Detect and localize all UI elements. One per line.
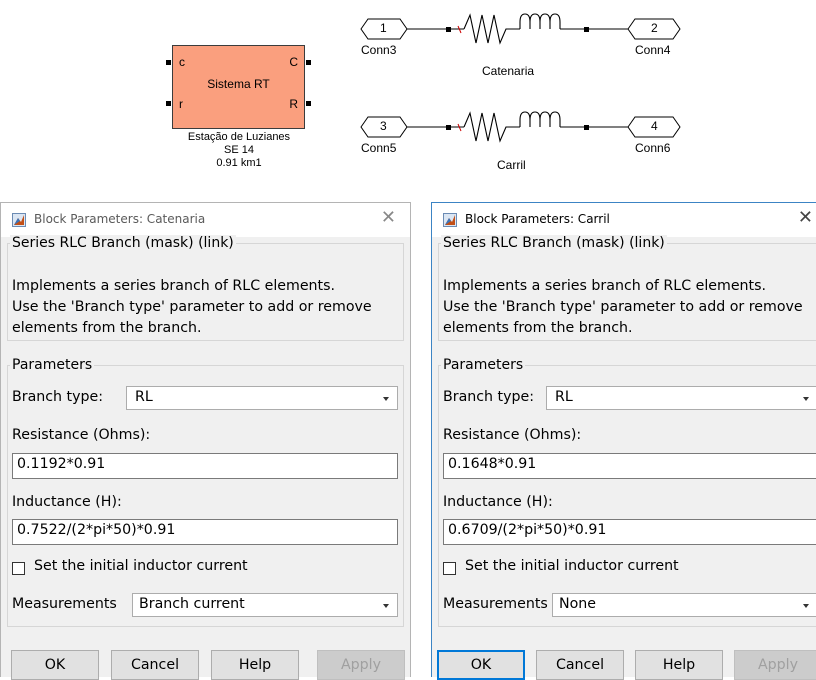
initial-current-label: Set the initial inductor current: [465, 558, 679, 574]
initial-current-checkbox[interactable]: [443, 562, 456, 575]
branch-type-label: Branch type:: [12, 389, 104, 405]
measurements-label: Measurements: [443, 596, 548, 612]
conn-port-4-number: 4: [651, 119, 658, 133]
conn-port-3-label: Conn5: [361, 141, 397, 155]
dialog-block-parameters-catenaria: Block Parameters: Catenaria ✕ Series RLC…: [0, 202, 411, 680]
cancel-button[interactable]: Cancel: [111, 650, 199, 680]
chevron-down-icon: [383, 604, 389, 608]
port-square-icon: [584, 27, 589, 32]
resistance-input[interactable]: 0.1192*0.91: [12, 453, 398, 479]
close-icon[interactable]: ✕: [381, 209, 396, 227]
branch-name-catenaria: Catenaria: [482, 64, 535, 78]
dialog-title: Block Parameters: Carril: [465, 212, 610, 226]
port-square-icon: [446, 125, 451, 130]
dialog-titlebar[interactable]: Block Parameters: Carril ✕: [432, 203, 816, 237]
simulink-diagram: c r C R Sistema RT Estação de Luzianes S…: [0, 0, 816, 200]
description-line-3: elements from the branch.: [443, 320, 633, 336]
dialog-title: Block Parameters: Catenaria: [34, 212, 206, 226]
matlab-app-icon: [12, 213, 26, 227]
conn-port-4-label: Conn6: [635, 141, 671, 155]
description-line-2: Use the 'Branch type' parameter to add o…: [12, 299, 372, 315]
ok-button[interactable]: OK: [437, 650, 525, 680]
description-line-1: Implements a series branch of RLC elemen…: [12, 278, 336, 294]
resistance-label: Resistance (Ohms):: [443, 427, 582, 443]
inductance-label: Inductance (H):: [443, 494, 553, 510]
apply-button: Apply: [317, 650, 405, 680]
measurements-label: Measurements: [12, 596, 117, 612]
description-line-2: Use the 'Branch type' parameter to add o…: [443, 299, 803, 315]
chevron-down-icon: [803, 604, 809, 608]
parameters-label: Parameters: [10, 357, 95, 373]
cancel-button[interactable]: Cancel: [536, 650, 624, 680]
inductor-icon: [519, 13, 561, 29]
ok-button[interactable]: OK: [11, 650, 99, 680]
description-line-1: Implements a series branch of RLC elemen…: [443, 278, 767, 294]
resistor-icon: [463, 13, 520, 45]
help-button[interactable]: Help: [635, 650, 723, 680]
chevron-down-icon: [803, 397, 809, 401]
branch-type-value: RL: [135, 389, 153, 405]
initial-current-checkbox[interactable]: [12, 562, 25, 575]
measurements-select[interactable]: None: [552, 593, 816, 617]
inductance-input[interactable]: 0.7522/(2*pi*50)*0.91: [12, 519, 398, 545]
mask-header: Series RLC Branch (mask) (link): [10, 235, 236, 251]
branch-catenaria[interactable]: [360, 13, 681, 45]
conn-port-2-label: Conn4: [635, 43, 671, 57]
resistance-label: Resistance (Ohms):: [12, 427, 151, 443]
measurements-value: None: [559, 596, 597, 612]
port-square-icon: [584, 125, 589, 130]
inductor-icon: [519, 111, 561, 127]
chevron-down-icon: [383, 397, 389, 401]
inductance-label: Inductance (H):: [12, 494, 122, 510]
help-button[interactable]: Help: [211, 650, 299, 680]
branch-type-value: RL: [555, 389, 573, 405]
resistance-input[interactable]: 0.1648*0.91: [443, 453, 816, 479]
matlab-app-icon: [443, 213, 457, 227]
apply-button: Apply: [734, 650, 816, 680]
branch-type-label: Branch type:: [443, 389, 535, 405]
measurements-select[interactable]: Branch current: [132, 593, 398, 617]
branch-name-carril: Carril: [497, 158, 526, 172]
branch-type-select[interactable]: RL: [126, 386, 398, 410]
branch-type-select[interactable]: RL: [546, 386, 816, 410]
inductance-input[interactable]: 0.6709/(2*pi*50)*0.91: [443, 519, 816, 545]
close-icon[interactable]: ✕: [798, 209, 813, 227]
branch-wiring: [360, 13, 681, 143]
description-line-3: elements from the branch.: [12, 320, 202, 336]
conn-port-3-number: 3: [380, 119, 387, 133]
initial-current-label: Set the initial inductor current: [34, 558, 248, 574]
conn-port-2-number: 2: [651, 21, 658, 35]
port-square-icon: [446, 27, 451, 32]
conn-port-1-number: 1: [380, 21, 387, 35]
dialog-titlebar[interactable]: Block Parameters: Catenaria ✕: [1, 203, 410, 237]
conn-port-1-label: Conn3: [361, 43, 397, 57]
dialog-block-parameters-carril: Block Parameters: Carril ✕ Series RLC Br…: [431, 202, 816, 680]
resistor-icon: [463, 111, 520, 143]
parameters-label: Parameters: [441, 357, 526, 373]
measurements-value: Branch current: [139, 596, 245, 612]
mask-header: Series RLC Branch (mask) (link): [441, 235, 667, 251]
branch-carril[interactable]: [360, 111, 681, 143]
